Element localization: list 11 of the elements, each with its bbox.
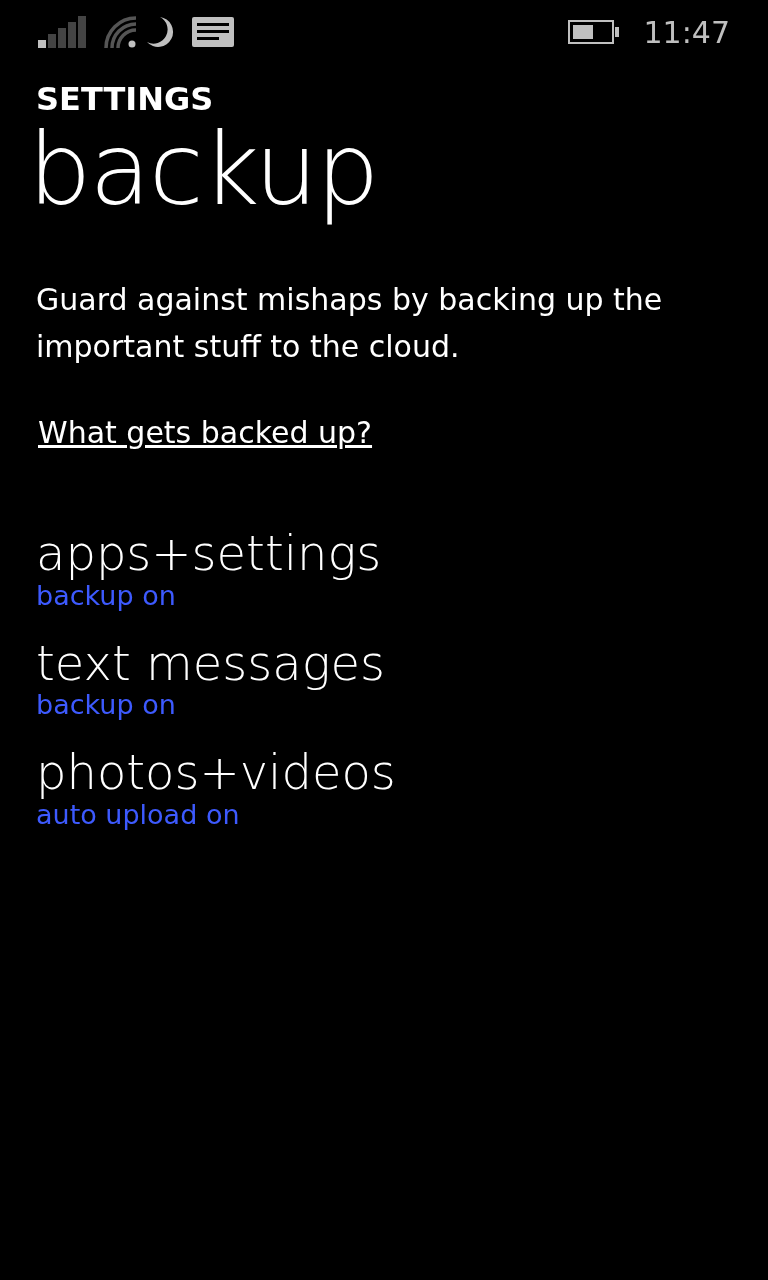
battery-icon [567, 20, 620, 44]
clock-time: 11:47 [643, 13, 730, 52]
description-text: Guard against mishaps by backing up the important stuff to the cloud. [36, 281, 664, 366]
settings-item[interactable]: text messages backup on [36, 636, 768, 722]
moon-icon [146, 16, 176, 48]
settings-item[interactable]: photos+videos auto upload on [36, 745, 768, 831]
signal-icon [38, 16, 88, 48]
message-icon [192, 17, 234, 47]
wifi-icon [104, 16, 138, 48]
settings-item[interactable]: apps+settings backup on [36, 527, 768, 613]
help-link[interactable]: What gets backed up? [38, 410, 373, 456]
